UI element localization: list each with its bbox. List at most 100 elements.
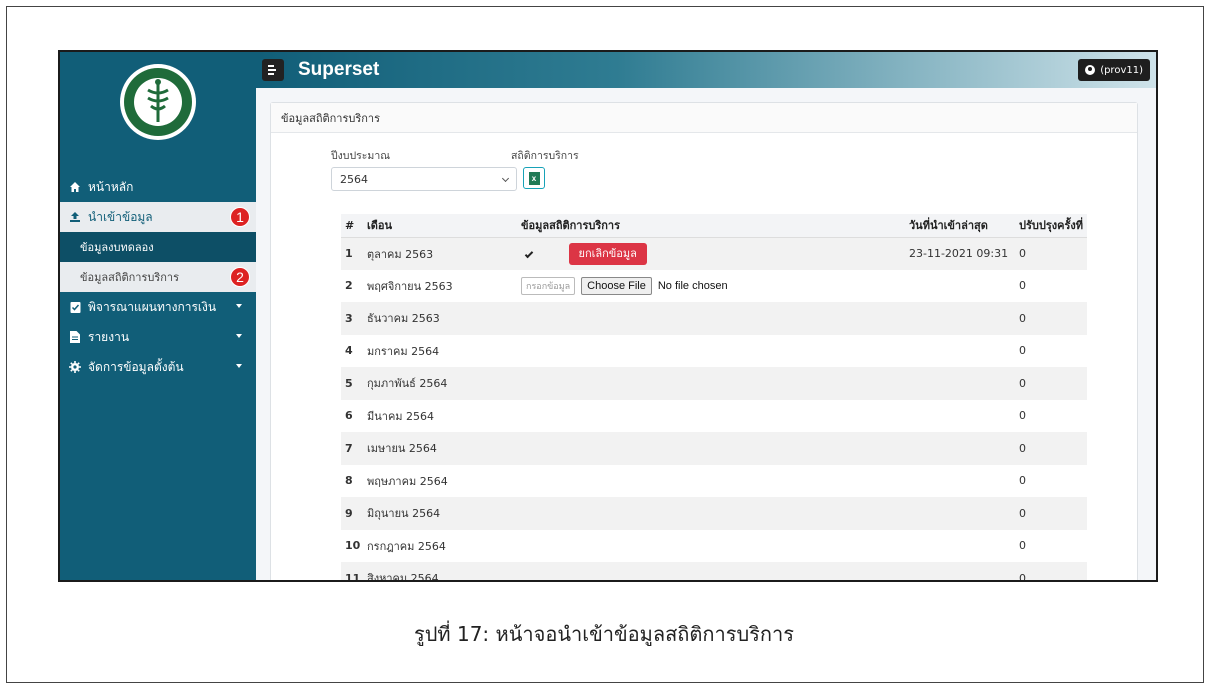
logo-area — [60, 52, 256, 172]
row-data-cell — [517, 399, 905, 432]
sidebar-item-reports[interactable]: รายงาน — [60, 322, 256, 352]
table-row: 7 เมษายน 2564 0 — [341, 432, 1087, 465]
col-header-month: เดือน — [363, 214, 517, 238]
ministry-logo — [120, 64, 196, 140]
sidebar-item-label: จัดการข้อมูลตั้งต้น — [88, 359, 184, 374]
row-month: มิถุนายน 2564 — [363, 497, 517, 530]
row-data-cell — [517, 367, 905, 400]
sidebar-toggle-button[interactable] — [262, 59, 284, 81]
row-revision: 0 — [1015, 464, 1087, 497]
row-data-cell — [517, 529, 905, 562]
row-import-date: 23-11-2021 09:31 — [905, 237, 1015, 270]
col-header-import-date: วันที่นำเข้าล่าสุด — [905, 214, 1015, 238]
row-import-date — [905, 497, 1015, 530]
row-month: ตุลาคม 2563 — [363, 237, 517, 270]
sidebar-item-financial-plan[interactable]: พิจารณาแผนทางการเงิน — [60, 292, 256, 322]
app-brand: Superset — [298, 59, 380, 80]
row-revision: 0 — [1015, 334, 1087, 367]
row-data-cell — [517, 432, 905, 465]
clipboard-check-icon — [68, 300, 82, 314]
table-row: 1 ตุลาคม 2563 ยกเลิกข้อมูล 23-11-2021 09… — [341, 237, 1087, 270]
sidebar-item-label: พิจารณาแผนทางการเงิน — [88, 299, 217, 314]
row-revision: 0 — [1015, 399, 1087, 432]
row-import-date — [905, 399, 1015, 432]
row-import-date — [905, 334, 1015, 367]
row-import-date — [905, 562, 1015, 580]
table-header-row: # เดือน ข้อมูลสถิติการบริการ วันที่นำเข้… — [341, 214, 1087, 238]
callout-badge-2: 2 — [230, 267, 250, 287]
row-number: 1 — [341, 237, 363, 270]
fiscal-year-value: 2564 — [340, 172, 368, 186]
sidebar-subitem-service-stats[interactable]: ข้อมูลสถิติการบริการ 2 — [60, 262, 256, 292]
row-number: 7 — [341, 432, 363, 465]
sidebar: หน้าหลัก นำเข้าข้อมูล 1 ข้อมูลงบทดลอง ข้… — [60, 52, 256, 580]
table-row: 10 กรกฎาคม 2564 0 — [341, 529, 1087, 562]
file-upload-group: กรอกข้อมูล Choose File No file chosen — [521, 276, 728, 295]
row-number: 11 — [341, 562, 363, 580]
row-month: มกราคม 2564 — [363, 334, 517, 367]
fill-data-input[interactable]: กรอกข้อมูล — [521, 276, 576, 295]
excel-export-button[interactable]: x — [523, 167, 545, 189]
home-icon — [68, 180, 82, 194]
row-data-cell — [517, 562, 905, 580]
table-row: 5 กุมภาพันธ์ 2564 0 — [341, 367, 1087, 400]
row-revision: 0 — [1015, 302, 1087, 335]
row-number: 9 — [341, 497, 363, 530]
row-data-cell — [517, 334, 905, 367]
row-data-cell — [517, 302, 905, 335]
table-row: 3 ธันวาคม 2563 0 — [341, 302, 1087, 335]
sidebar-item-master-data[interactable]: จัดการข้อมูลตั้งต้น — [60, 352, 256, 382]
row-data-cell — [517, 497, 905, 530]
fiscal-year-select[interactable]: 2564 — [331, 167, 517, 191]
row-month: มีนาคม 2564 — [363, 399, 517, 432]
sidebar-item-import[interactable]: นำเข้าข้อมูล 1 — [60, 202, 256, 232]
sidebar-item-label: ข้อมูลสถิติการบริการ — [80, 271, 180, 284]
excel-icon: x — [528, 171, 540, 185]
row-import-date — [905, 432, 1015, 465]
sidebar-menu: หน้าหลัก นำเข้าข้อมูล 1 ข้อมูลงบทดลอง ข้… — [60, 172, 256, 382]
row-revision: 0 — [1015, 269, 1087, 302]
row-month: เมษายน 2564 — [363, 432, 517, 465]
row-number: 10 — [341, 529, 363, 562]
row-import-date — [905, 529, 1015, 562]
caret-down-icon — [236, 334, 242, 338]
top-navbar: Superset (prov11) — [256, 52, 1156, 88]
row-number: 6 — [341, 399, 363, 432]
chevron-down-icon — [501, 174, 510, 183]
row-month: พฤศจิกายน 2563 — [363, 269, 517, 302]
col-header-data: ข้อมูลสถิติการบริการ — [517, 214, 905, 238]
sidebar-item-label: ข้อมูลงบทดลอง — [80, 241, 154, 254]
table-row: 8 พฤษภาคม 2564 0 — [341, 464, 1087, 497]
caret-down-icon — [236, 364, 242, 368]
row-month: สิงหาคม 2564 — [363, 562, 517, 580]
row-data-cell: กรอกข้อมูล Choose File No file chosen — [517, 269, 905, 302]
col-header-number: # — [341, 214, 363, 238]
row-number: 3 — [341, 302, 363, 335]
row-month: พฤษภาคม 2564 — [363, 464, 517, 497]
choose-file-button[interactable]: Choose File — [581, 276, 652, 295]
service-stats-card: ข้อมูลสถิติการบริการ ปีงบประมาณ สถิติการ… — [270, 102, 1138, 580]
table-row: 11 สิงหาคม 2564 0 — [341, 562, 1087, 580]
figure-caption: รูปที่ 17: หน้าจอนำเข้าข้อมูลสถิติการบริ… — [413, 622, 794, 646]
row-number: 8 — [341, 464, 363, 497]
import-submenu: ข้อมูลงบทดลอง ข้อมูลสถิติการบริการ 2 — [60, 232, 256, 292]
row-revision: 0 — [1015, 529, 1087, 562]
app-screenshot: หน้าหลัก นำเข้าข้อมูล 1 ข้อมูลงบทดลอง ข้… — [58, 50, 1158, 582]
sidebar-item-label: รายงาน — [88, 329, 130, 344]
row-revision: 0 — [1015, 562, 1087, 580]
row-month: กุมภาพันธ์ 2564 — [363, 367, 517, 400]
user-icon — [1085, 65, 1096, 75]
table-row: 6 มีนาคม 2564 0 — [341, 399, 1087, 432]
row-data-cell — [517, 464, 905, 497]
sidebar-item-label: หน้าหลัก — [88, 179, 134, 194]
sidebar-item-home[interactable]: หน้าหลัก — [60, 172, 256, 202]
cancel-data-button[interactable]: ยกเลิกข้อมูล — [568, 242, 647, 265]
file-status-text: No file chosen — [657, 279, 728, 292]
user-menu-button[interactable]: (prov11) — [1078, 59, 1150, 81]
row-import-date — [905, 302, 1015, 335]
gear-icon — [68, 360, 82, 374]
row-revision: 0 — [1015, 237, 1087, 270]
fiscal-year-label: ปีงบประมาณ — [331, 150, 390, 162]
row-number: 5 — [341, 367, 363, 400]
sidebar-subitem-trial-balance[interactable]: ข้อมูลงบทดลอง — [60, 232, 256, 262]
